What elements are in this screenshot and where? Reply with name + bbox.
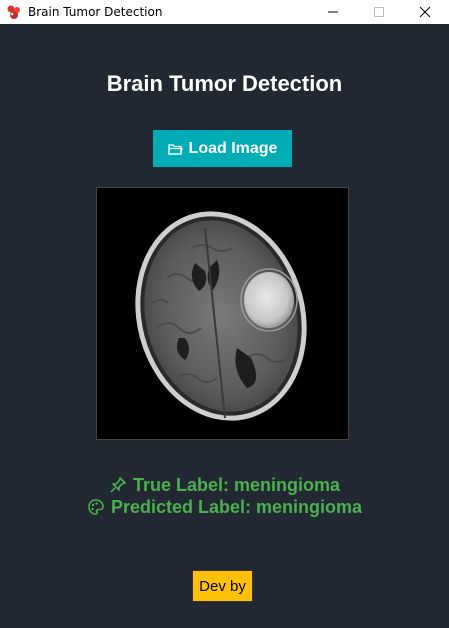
app-body: Brain Tumor Detection Load Image True La… [0, 24, 449, 628]
true-label-text: True Label: meningioma [132, 474, 341, 495]
mri-image [96, 187, 349, 440]
true-label-row: True Label: meningioma [0, 474, 449, 496]
dev-by-button[interactable]: Dev by [192, 570, 253, 602]
app-icon [7, 5, 20, 19]
page-title: Brain Tumor Detection [106, 71, 343, 96]
load-image-button[interactable]: Load Image [153, 130, 292, 167]
close-icon [419, 6, 431, 18]
brain-mri-scan [97, 188, 348, 439]
pushpin-icon [110, 477, 126, 493]
window-titlebar: Brain Tumor Detection [0, 0, 449, 25]
minimize-button[interactable] [310, 0, 356, 24]
window-title: Brain Tumor Detection [28, 5, 163, 19]
results-panel: True Label: meningioma Predicted Label: … [0, 474, 449, 518]
load-image-label: Load Image [188, 139, 278, 157]
predicted-label-text: Predicted Label: meningioma [110, 496, 363, 517]
folder-icon [167, 143, 183, 155]
close-button[interactable] [402, 0, 448, 24]
predicted-label-row: Predicted Label: meningioma [0, 496, 449, 518]
maximize-button[interactable] [356, 0, 402, 24]
minimize-icon [328, 11, 338, 13]
palette-icon [88, 499, 104, 515]
maximize-icon [374, 7, 384, 17]
